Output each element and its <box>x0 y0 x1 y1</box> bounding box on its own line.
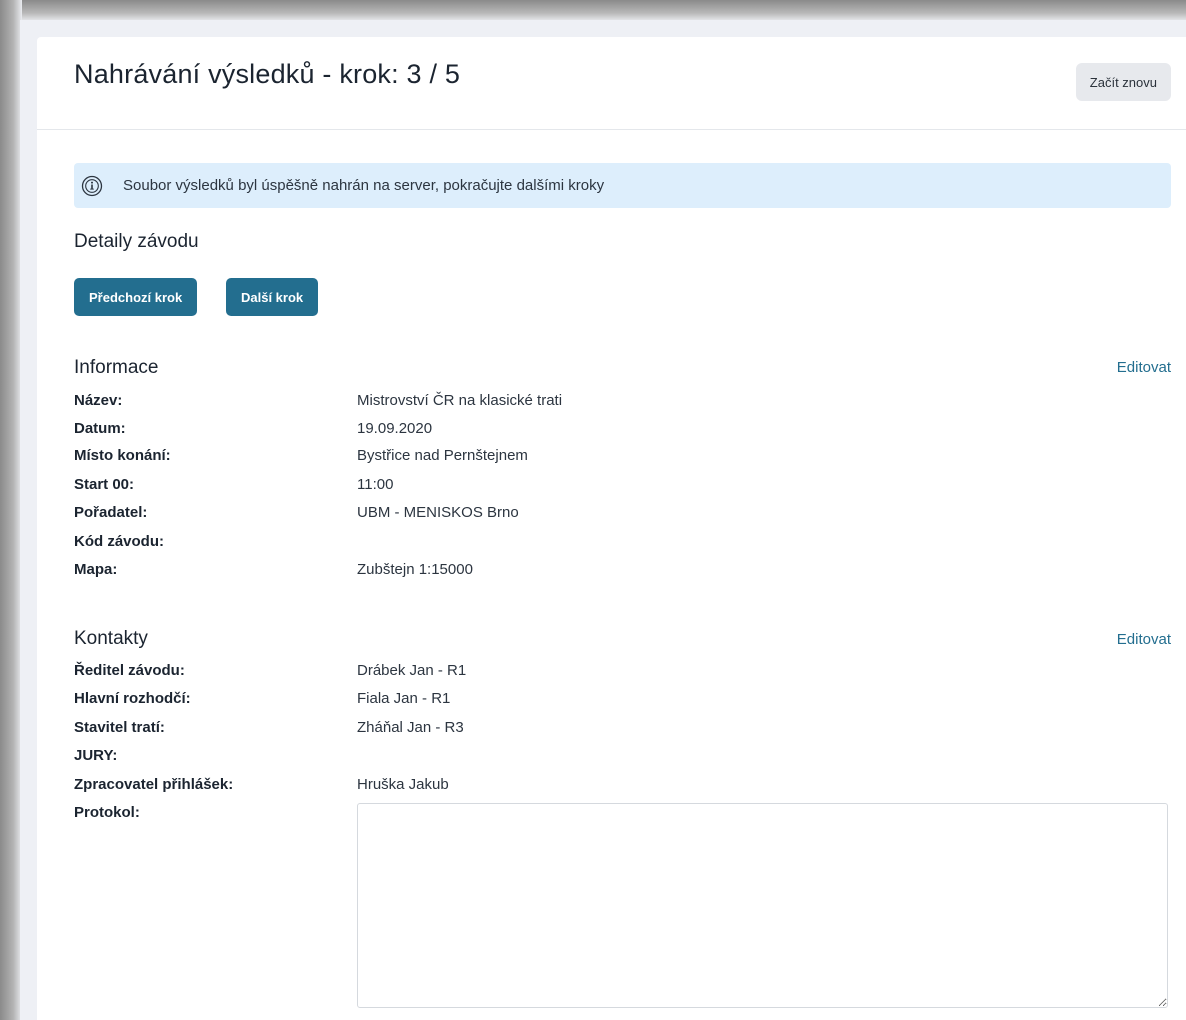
info-label: Mapa: <box>74 561 118 578</box>
info-label: Název: <box>74 392 123 409</box>
contact-value: Fiala Jan - R1 <box>357 690 451 707</box>
contacts-heading: Kontakty <box>74 628 148 649</box>
info-label: Místo konání: <box>74 447 171 464</box>
contact-row: Zpracovatel přihlášek: Hruška Jakub <box>74 776 1171 800</box>
contact-row: Ředitel závodu: Drábek Jan - R1 <box>74 662 1171 686</box>
contact-label: Zpracovatel přihlášek: <box>74 776 234 793</box>
info-label: Kód závodu: <box>74 533 164 550</box>
information-heading: Informace <box>74 357 159 378</box>
info-row: Mapa: Zubštejn 1:15000 <box>74 561 1171 585</box>
contact-label: Hlavní rozhodčí: <box>74 690 191 707</box>
edit-contacts-link[interactable]: Editovat <box>1117 631 1171 648</box>
race-details-heading: Detaily závodu <box>74 231 199 252</box>
results-upload-card: Nahrávání výsledků - krok: 3 / 5 Začít z… <box>37 37 1186 1020</box>
contact-value: Drábek Jan - R1 <box>357 662 467 679</box>
info-value: Bystřice nad Pernštejnem <box>357 447 528 464</box>
page-title: Nahrávání výsledků - krok: 3 / 5 <box>74 59 461 89</box>
contact-label: JURY: <box>74 747 118 764</box>
info-row: Pořadatel: UBM - MENISKOS Brno <box>74 504 1171 528</box>
info-row: Název: Mistrovství ČR na klasické trati <box>74 392 1171 416</box>
contact-row: Stavitel tratí: Zháňal Jan - R3 <box>74 719 1171 743</box>
info-row: Místo konání: Bystřice nad Pernštejnem <box>74 447 1171 471</box>
info-value: Mistrovství ČR na klasické trati <box>357 392 563 409</box>
contact-row: Hlavní rozhodčí: Fiala Jan - R1 <box>74 690 1171 714</box>
info-value: 11:00 <box>357 476 394 493</box>
card-header: Nahrávání výsledků - krok: 3 / 5 Začít z… <box>37 37 1186 130</box>
info-label: Pořadatel: <box>74 504 148 521</box>
window-shadow-top <box>0 0 1186 22</box>
previous-step-button[interactable]: Předchozí krok <box>74 278 198 316</box>
info-row: Start 00: 11:00 <box>74 476 1171 500</box>
alert-message: Soubor výsledků byl úspěšně nahrán na se… <box>123 177 605 194</box>
info-row: Kód závodu: <box>74 533 1171 557</box>
success-alert: Soubor výsledků byl úspěšně nahrán na se… <box>74 163 1171 208</box>
info-value: UBM - MENISKOS Brno <box>357 504 519 521</box>
contact-value: Hruška Jakub <box>357 776 449 793</box>
info-label: Datum: <box>74 420 126 437</box>
info-value: 19.09.2020 <box>357 420 433 437</box>
window-shadow-left <box>0 0 22 1020</box>
contact-row: JURY: <box>74 747 1171 771</box>
next-step-button[interactable]: Další krok <box>226 278 319 316</box>
contact-label: Protokol: <box>74 804 140 821</box>
protocol-textarea[interactable] <box>357 803 1168 1008</box>
edit-information-link[interactable]: Editovat <box>1117 359 1171 376</box>
info-label: Start 00: <box>74 476 135 493</box>
info-icon <box>81 175 103 197</box>
info-row: Datum: 19.09.2020 <box>74 420 1171 444</box>
contact-label: Ředitel závodu: <box>74 662 185 679</box>
info-value: Zubštejn 1:15000 <box>357 561 473 578</box>
contact-label: Stavitel tratí: <box>74 719 165 736</box>
restart-button[interactable]: Začít znovu <box>1075 63 1171 101</box>
contact-value: Zháňal Jan - R3 <box>357 719 464 736</box>
